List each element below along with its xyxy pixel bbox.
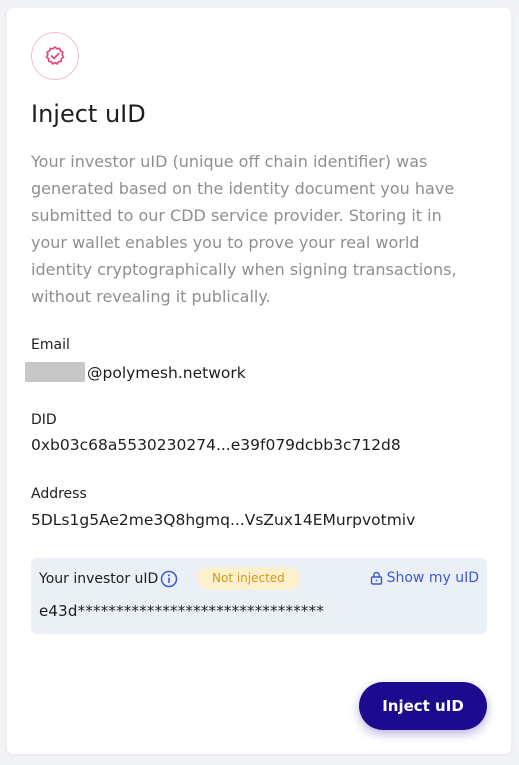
description-text: Your investor uID (unique off chain iden… <box>31 152 457 306</box>
email-value: @polymesh.network <box>25 362 246 382</box>
address-value: 5DLs1g5Ae2me3Q8hgmq...VsZux14EMurpvotmiv <box>31 511 416 529</box>
did-value: 0xb03c68a5530230274...e39f079dcbb3c712d8 <box>31 436 401 454</box>
status-badge: Not injected <box>197 567 300 590</box>
show-uid-label: Show my uID <box>386 570 479 586</box>
email-label: Email <box>31 337 70 353</box>
address-label: Address <box>31 486 87 502</box>
info-icon[interactable] <box>160 570 178 588</box>
investor-uid-box: Your investor uID Not injected Show my u… <box>31 558 487 634</box>
inject-uid-button[interactable]: Inject uID <box>359 682 487 730</box>
show-uid-button[interactable]: Show my uID <box>370 570 479 586</box>
verified-badge-icon <box>45 46 65 65</box>
investor-uid-label: Your investor uID <box>39 571 159 587</box>
lock-icon <box>370 571 382 585</box>
did-label: DID <box>31 412 57 428</box>
badge-circle <box>31 32 79 80</box>
inject-uid-card: Inject uID Your investor uID (unique off… <box>7 8 511 754</box>
investor-uid-value: e43d******************************** <box>39 602 325 620</box>
email-domain: @polymesh.network <box>87 364 246 382</box>
redacted-block <box>25 362 85 382</box>
page-title: Inject uID <box>31 100 146 128</box>
